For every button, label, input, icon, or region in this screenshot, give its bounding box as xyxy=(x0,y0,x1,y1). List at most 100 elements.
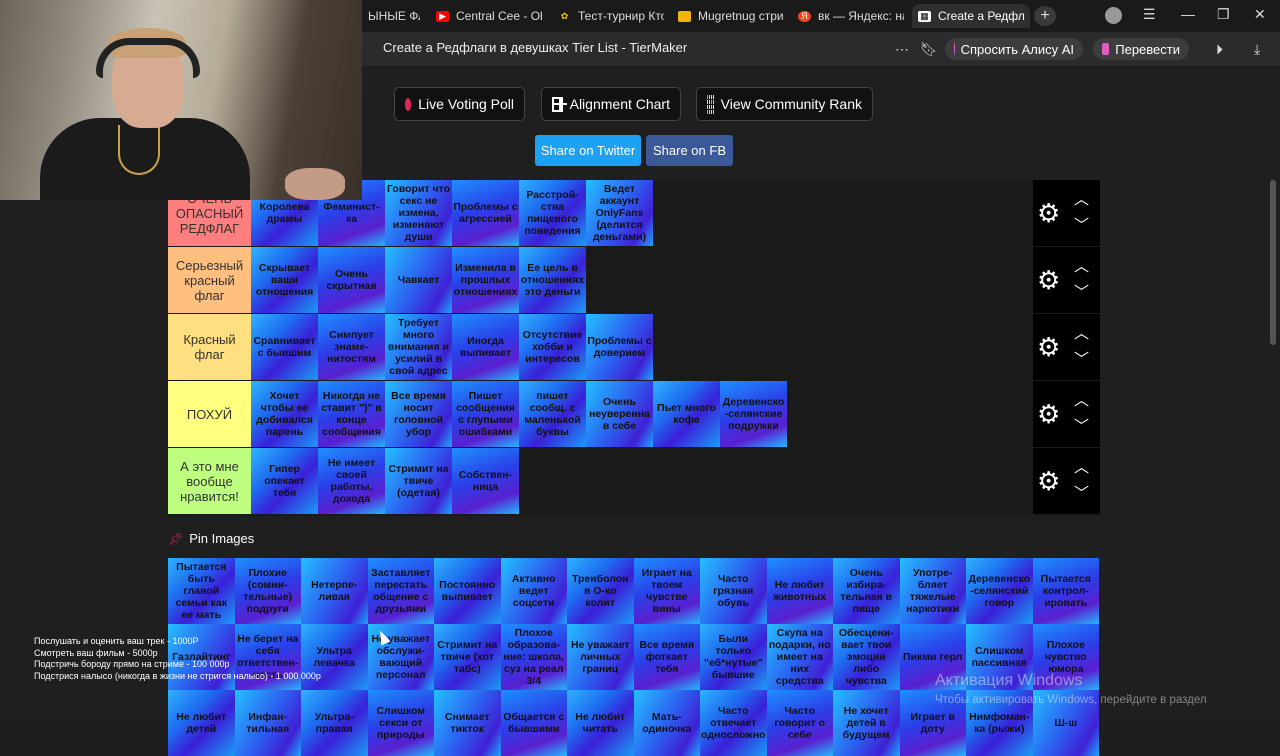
pool-item-card[interactable]: Пытается быть главой семьи как ее мать xyxy=(168,558,235,624)
pool-item-card[interactable]: Плохие (сомни-тельные) подруги xyxy=(234,558,301,624)
minimize-icon[interactable]: — xyxy=(1181,6,1195,22)
share-fb-button[interactable]: Share on FB xyxy=(646,135,733,166)
browser-tab[interactable]: ЫНЫЕ ФЛАГ xyxy=(362,4,420,28)
move-down-icon[interactable]: ﹀ xyxy=(1074,419,1089,434)
pool-item-card[interactable]: Пытается контрол-ировать xyxy=(1032,558,1099,624)
tier-item-card[interactable]: Никогда не ставит ")" в конце сообщения xyxy=(318,381,385,447)
tier-item-card[interactable]: Скрывает ваши отношения xyxy=(251,247,318,313)
pool-item-card[interactable]: Не уважает личных границ xyxy=(567,624,634,690)
tier-item-card[interactable]: Проблемы с агрессией xyxy=(452,180,519,246)
pool-item-card[interactable]: Общается с бывшими xyxy=(500,690,567,756)
pool-item-card[interactable]: Заставляет перестать общение с друзьями xyxy=(367,558,434,624)
pool-item-card[interactable]: Очень избира-тельная в пище xyxy=(833,558,900,624)
tier-item-card[interactable]: Проблемы с доверием xyxy=(586,314,653,380)
browser-tab[interactable]: Mugretnug стри xyxy=(672,4,784,28)
gear-icon[interactable]: ⚙ xyxy=(1037,401,1063,427)
move-down-icon[interactable]: ﹀ xyxy=(1074,352,1089,367)
tier-item-card[interactable]: Пишет сообщения с глупыми ошибками xyxy=(452,381,519,447)
tier-item-card[interactable]: Пьет много кофе xyxy=(653,381,720,447)
move-up-icon[interactable]: ︿ xyxy=(1074,393,1089,408)
pool-item-card[interactable]: Деревенско-селянский говор xyxy=(966,558,1033,624)
browser-tab[interactable]: ▶ Central Cee - Obs xyxy=(430,4,542,28)
bookmark-icon[interactable]: 🔖︎ xyxy=(920,41,938,58)
pool-item-card[interactable]: Мать-одиночка xyxy=(633,690,700,756)
pool-item-card[interactable]: Нетерпе-ливая xyxy=(301,558,368,624)
pool-item-card[interactable]: Стримит на твиче (хот табс) xyxy=(434,624,501,690)
gear-icon[interactable]: ⚙ xyxy=(1037,267,1063,293)
move-down-icon[interactable]: ﹀ xyxy=(1074,218,1089,233)
tier-item-card[interactable]: пишет сообщ. с маленькой буквы xyxy=(519,381,586,447)
pool-item-card[interactable]: Снимает тикток xyxy=(434,690,501,756)
tier-item-card[interactable]: Сравнивает с бывшим xyxy=(251,314,318,380)
move-up-icon[interactable]: ︿ xyxy=(1074,259,1089,274)
page-title[interactable]: Create a Редфлаги в девушках Tier List -… xyxy=(383,40,687,55)
gear-icon[interactable]: ⚙ xyxy=(1037,468,1063,494)
alignment-chart-button[interactable]: Alignment Chart xyxy=(541,87,681,121)
tier-item-card[interactable]: Симпует знаме-нитостям xyxy=(318,314,385,380)
gear-icon[interactable]: ⚙ xyxy=(1037,200,1063,226)
pool-item-card[interactable]: Часто грязная обувь xyxy=(700,558,767,624)
pool-item-card[interactable]: Ультра-правая xyxy=(301,690,368,756)
tier-item-card[interactable]: Очень скрытная xyxy=(318,247,385,313)
browser-tab-active[interactable]: ▦ Create a Редфл ✕ xyxy=(912,4,1030,28)
pool-item-card[interactable]: Слишком секси от природы xyxy=(367,690,434,756)
move-down-icon[interactable]: ﹀ xyxy=(1074,486,1089,501)
tier-label[interactable]: Красный флаг xyxy=(168,314,251,380)
pool-item-card[interactable]: Инфан-тильная xyxy=(234,690,301,756)
translate-button[interactable]: Перевести xyxy=(1093,38,1189,60)
ask-alice-button[interactable]: Спросить Алису AI xyxy=(945,38,1083,60)
tier-item-card[interactable]: Ее цель в отношениях это деньги xyxy=(519,247,586,313)
restore-icon[interactable]: ❐ xyxy=(1217,6,1230,23)
move-down-icon[interactable]: ﹀ xyxy=(1074,285,1089,300)
pool-item-card[interactable]: Употре-бляет тяжелые наркотики xyxy=(899,558,966,624)
tier-item-card[interactable]: Хочет чтобы ее добивался парень xyxy=(251,381,318,447)
pool-item-card[interactable]: Тренболон в О-ко колит xyxy=(567,558,634,624)
pin-images-toggle[interactable]: 📌︎ Pin Images xyxy=(168,531,254,546)
pool-item-card[interactable]: Обесцени-вает твои эмоции либо чувства xyxy=(833,624,900,690)
pool-item-card[interactable]: Все время фоткает тебя xyxy=(633,624,700,690)
close-window-icon[interactable]: ✕ xyxy=(1254,6,1266,23)
pool-item-card[interactable]: Часто говорит о себе xyxy=(766,690,833,756)
move-up-icon[interactable]: ︿ xyxy=(1074,192,1089,207)
download-icon[interactable]: ⤓ xyxy=(1254,41,1260,58)
view-community-rank-button[interactable]: View Community Rank xyxy=(696,87,873,121)
tier-item-card[interactable]: Чавкает xyxy=(385,247,452,313)
tier-item-card[interactable]: Собствен-ница xyxy=(452,448,519,514)
pool-item-card[interactable]: Часто отвечает односложно xyxy=(700,690,767,756)
tier-item-card[interactable]: Все время носит головной убор xyxy=(385,381,452,447)
pool-item-card[interactable]: Активно ведет соцсети xyxy=(500,558,567,624)
tier-item-card[interactable]: Изменила в прошлых отношениях xyxy=(452,247,519,313)
pool-item-card[interactable]: Не любит животных xyxy=(766,558,833,624)
play-icon[interactable]: ⏵ xyxy=(1216,41,1223,58)
tier-label[interactable]: Серьезный красный флаг xyxy=(168,247,251,313)
browser-tab[interactable]: Я вк — Яндекс: нас xyxy=(792,4,904,28)
move-up-icon[interactable]: ︿ xyxy=(1074,460,1089,475)
tier-item-card[interactable]: Не имеет своей работы, дохода xyxy=(318,448,385,514)
new-tab-button[interactable]: + xyxy=(1034,6,1056,26)
profile-avatar[interactable] xyxy=(1105,7,1122,24)
pool-item-card[interactable]: Играет на твоем чувстве вины xyxy=(633,558,700,624)
tier-item-card[interactable]: Деревенско-селянские подружки xyxy=(720,381,787,447)
tier-item-card[interactable]: Отсутствие хобби и интересов xyxy=(519,314,586,380)
scrollbar[interactable] xyxy=(1268,66,1280,720)
menu-icon[interactable]: ☰ xyxy=(1143,6,1156,23)
browser-tab[interactable]: ✿ Тест-турнир Кто xyxy=(552,4,664,28)
gear-icon[interactable]: ⚙ xyxy=(1037,334,1063,360)
more-icon[interactable]: ⋯ xyxy=(895,41,909,58)
live-voting-poll-button[interactable]: Live Voting Poll xyxy=(394,87,525,121)
tier-item-card[interactable]: Требует много внимания и усилий в свой а… xyxy=(385,314,452,380)
pool-item-card[interactable]: Не любит детей xyxy=(168,690,235,756)
tier-label[interactable]: А это мне вообще нравится! xyxy=(168,448,251,514)
tier-item-card[interactable]: Ведет аккаунт OnlyFans (делится деньгами… xyxy=(586,180,653,246)
pool-item-card[interactable]: Не любит читать xyxy=(567,690,634,756)
tier-label[interactable]: ПОХУЙ xyxy=(168,381,251,447)
tier-item-card[interactable]: Стримит на твиче (одетая) xyxy=(385,448,452,514)
pool-item-card[interactable]: Были только "еб*нутые" бывшие xyxy=(700,624,767,690)
tier-item-card[interactable]: Расстрой-ства пищевого поведения xyxy=(519,180,586,246)
scrollbar-thumb[interactable] xyxy=(1270,180,1276,345)
share-twitter-button[interactable]: Share on Twitter xyxy=(535,135,641,166)
pool-item-card[interactable]: Плохое образова-ние: школа, суз на реал … xyxy=(500,624,567,690)
tier-item-card[interactable]: Очень неуверенна в себе xyxy=(586,381,653,447)
tier-item-card[interactable]: Гипер опекает тебя xyxy=(251,448,318,514)
tier-item-card[interactable]: Иногда выпивает xyxy=(452,314,519,380)
